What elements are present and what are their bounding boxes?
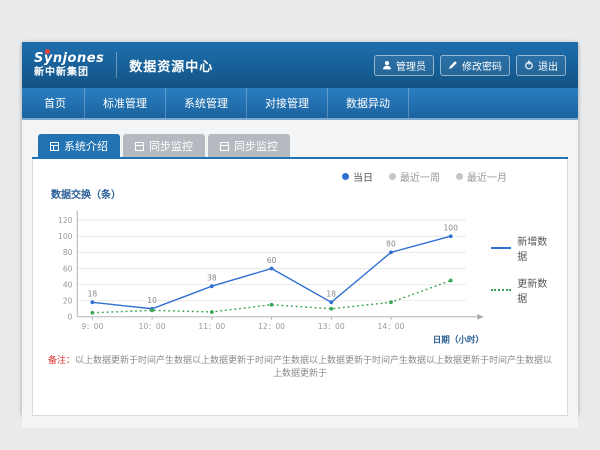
legend-update-data[interactable]: 更新数据	[491, 275, 555, 305]
power-icon	[524, 60, 534, 70]
svg-text:80: 80	[63, 248, 73, 257]
filter-today[interactable]: 当日	[342, 169, 373, 184]
change-password-button[interactable]: 修改密码	[440, 55, 510, 76]
tab-system-intro[interactable]: 系统介绍	[38, 134, 120, 157]
tab-label: 系统介绍	[64, 138, 108, 154]
chart-panel: 当日 最近一周 最近一月 数据交换（条） 0 20 40 60 80 100 120 9：00…	[32, 159, 568, 416]
line-sample-dotted-icon	[491, 289, 512, 291]
svg-text:60: 60	[267, 256, 277, 265]
series-legend: 新增数据 更新数据	[491, 233, 555, 321]
svg-text:80: 80	[386, 240, 396, 249]
main-nav: 首页 标准管理 系统管理 对接管理 数据异动	[22, 88, 578, 120]
dot-icon	[456, 173, 463, 180]
svg-text:18: 18	[88, 290, 98, 299]
grid-icon	[135, 142, 144, 151]
app-header: Synjones 新中新集团 数据资源中心 管理员 修改密码 退出	[22, 42, 578, 88]
svg-text:11：00: 11：00	[198, 322, 225, 331]
change-password-label: 修改密码	[462, 58, 502, 73]
nav-item-standard-mgmt[interactable]: 标准管理	[85, 88, 166, 118]
tab-sync-monitor-2[interactable]: 同步监控	[208, 134, 290, 157]
logo-subtext: 新中新集团	[34, 67, 104, 79]
svg-text:0: 0	[68, 313, 73, 322]
filter-label: 最近一周	[400, 169, 440, 184]
svg-text:10: 10	[147, 296, 157, 305]
line-sample-solid-icon	[491, 247, 512, 249]
nav-item-docking-mgmt[interactable]: 对接管理	[247, 88, 328, 118]
content-area: 系统介绍 同步监控 同步监控 当日	[22, 120, 578, 428]
legend-label: 新增数据	[517, 233, 555, 263]
filter-label: 最近一月	[467, 169, 507, 184]
pencil-icon	[448, 60, 458, 70]
chart-filters: 当日 最近一周 最近一月	[45, 167, 555, 184]
note-prefix: 备注：	[48, 356, 75, 366]
svg-text:13：00: 13：00	[318, 322, 345, 331]
y-axis-title: 数据交换（条）	[51, 186, 555, 201]
svg-text:18: 18	[326, 290, 336, 299]
line-chart: 0 20 40 60 80 100 120 9：00 10：00 11：00 12：00 13：00 1…	[45, 201, 491, 353]
page-title: 数据资源中心	[129, 56, 213, 75]
tab-label: 同步监控	[234, 138, 278, 154]
legend-new-data[interactable]: 新增数据	[491, 233, 555, 263]
tab-sync-monitor-1[interactable]: 同步监控	[123, 134, 205, 157]
nav-item-system-mgmt[interactable]: 系统管理	[166, 88, 247, 118]
dot-icon	[389, 173, 396, 180]
svg-text:14：00: 14：00	[378, 322, 405, 331]
svg-text:12：00: 12：00	[258, 322, 285, 331]
admin-user-label: 管理员	[396, 58, 426, 73]
tab-bar: 系统介绍 同步监控 同步监控	[32, 134, 568, 159]
logo-text: Synjones	[34, 52, 104, 67]
svg-text:9：00: 9：00	[81, 322, 103, 331]
footer-note: 备注：以上数据更新于时间产生数据以上数据更新于时间产生数据以上数据更新于时间产生…	[45, 353, 555, 379]
logout-button[interactable]: 退出	[516, 55, 566, 76]
legend-label: 更新数据	[517, 275, 555, 305]
filter-label: 当日	[353, 169, 373, 184]
nav-item-home[interactable]: 首页	[26, 88, 85, 118]
svg-text:100: 100	[443, 224, 458, 233]
filter-last-week[interactable]: 最近一周	[389, 169, 440, 184]
svg-text:10：00: 10：00	[139, 322, 166, 331]
grid-icon	[50, 142, 59, 151]
svg-text:120: 120	[58, 216, 73, 225]
grid-icon	[220, 142, 229, 151]
filter-last-month[interactable]: 最近一月	[456, 169, 507, 184]
svg-text:40: 40	[63, 280, 73, 289]
user-icon	[382, 60, 392, 70]
logo-dot-icon	[45, 49, 50, 54]
svg-text:60: 60	[63, 264, 73, 273]
tab-label: 同步监控	[149, 138, 193, 154]
logout-label: 退出	[538, 58, 558, 73]
logo: Synjones 新中新集团	[34, 52, 104, 78]
svg-text:20: 20	[63, 297, 73, 306]
svg-text:100: 100	[58, 232, 73, 241]
svg-text:38: 38	[207, 274, 217, 283]
browser-viewport: Synjones 新中新集团 数据资源中心 管理员 修改密码 退出	[0, 0, 600, 450]
dot-icon	[342, 173, 349, 180]
header-divider	[116, 52, 117, 78]
header-actions: 管理员 修改密码 退出	[374, 55, 566, 76]
app-window: Synjones 新中新集团 数据资源中心 管理员 修改密码 退出	[22, 42, 578, 415]
note-text: 以上数据更新于时间产生数据以上数据更新于时间产生数据以上数据更新于时间产生数据以…	[75, 356, 552, 379]
chart-row: 0 20 40 60 80 100 120 9：00 10：00 11：00 12：00 13：00 1…	[45, 201, 555, 353]
admin-user-button[interactable]: 管理员	[374, 55, 434, 76]
nav-item-data-change[interactable]: 数据异动	[328, 88, 409, 118]
svg-text:日期（小时）: 日期（小时）	[433, 334, 484, 345]
